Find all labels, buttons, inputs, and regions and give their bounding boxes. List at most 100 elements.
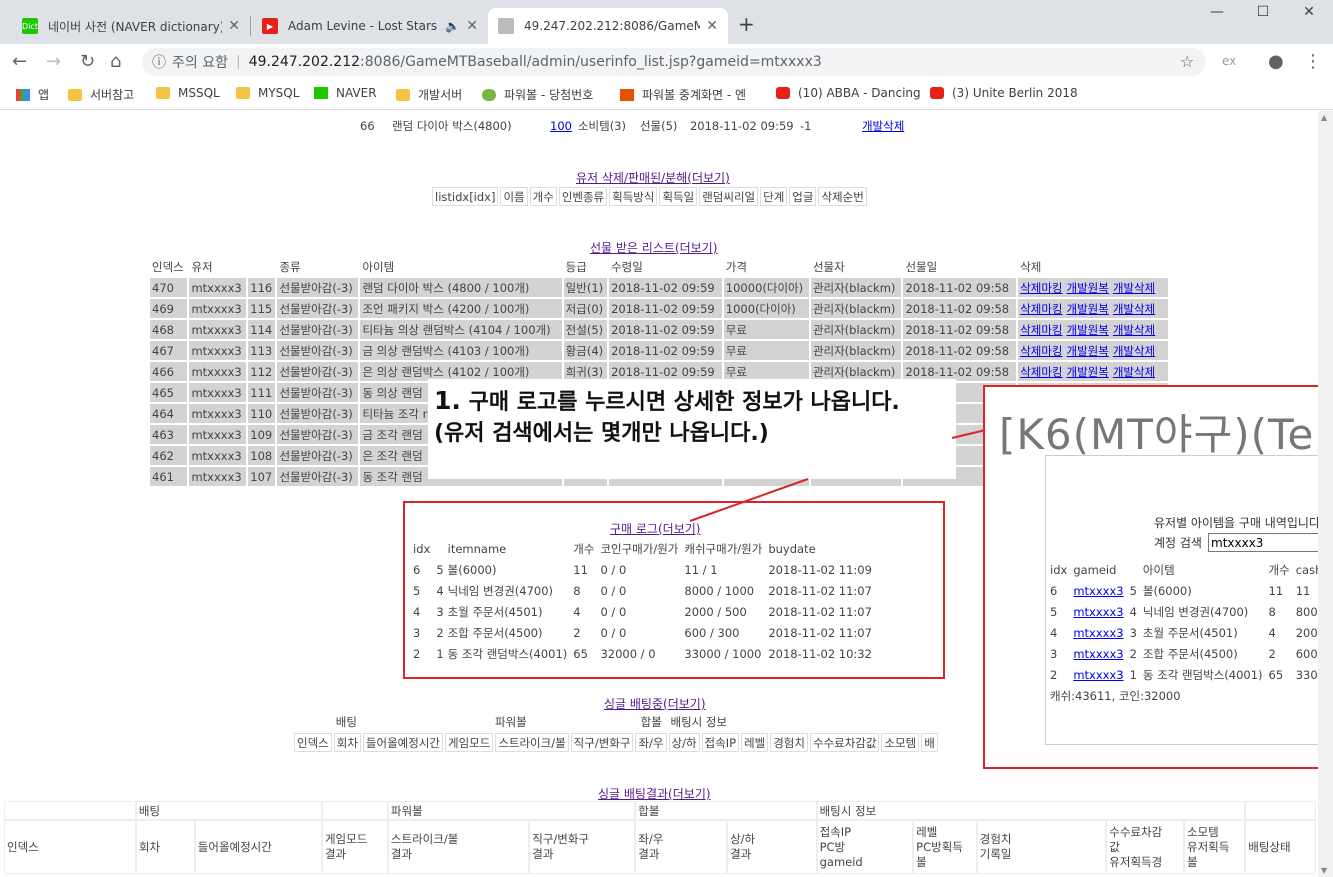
close-icon[interactable]: ✕ <box>228 18 240 34</box>
gameid-link[interactable]: mtxxxx3 <box>1073 605 1123 619</box>
info-icon[interactable]: ⓘ <box>152 52 166 72</box>
search-label: 계정 검색 <box>1154 536 1202 550</box>
security-status: 주의 요함 <box>172 55 228 71</box>
purchase-log-highlight: 구매 로그(더보기) idx itemname 개수 코인구매가/원가 캐쉬구매가/원가… <box>403 501 945 679</box>
cell: 33000 / 1000 <box>684 646 762 661</box>
bookmark-folder[interactable]: MYSQL <box>236 86 299 100</box>
cell: 4 <box>1268 625 1276 640</box>
single-bet-table: 배팅 파워볼 합볼 배팅시 정보 인덱스 회차 들어올예정시간 게임모드 스트라이크/볼… <box>292 710 940 754</box>
cell: 5 <box>1129 583 1137 598</box>
column-header: idx <box>1050 562 1068 577</box>
browser-chrome: Dict 네이버 사전 (NAVER dictionary) ✕ ▶ Adam … <box>0 0 1333 112</box>
cell: 32000 / 0 <box>600 646 656 661</box>
single-result-caption[interactable]: 싱글 배팅결과(더보기) <box>598 785 711 802</box>
extension-icon[interactable]: ex <box>1222 54 1236 68</box>
bookmark-folder[interactable]: MSSQL <box>156 86 220 100</box>
cell: 0 / 0 <box>600 604 627 619</box>
back-icon[interactable]: ← <box>12 51 27 72</box>
speaker-icon[interactable]: 🔈 <box>445 19 460 33</box>
group-header: 합볼 <box>635 801 817 820</box>
table-row: 5 mtxxxx3 4 닉네임 변경권(4700) 8 8000 <box>1048 602 1333 621</box>
bookmark-folder[interactable]: 서버참고 <box>68 86 134 103</box>
close-icon[interactable]: ✕ <box>466 18 478 34</box>
column-header: 개수 <box>573 541 595 556</box>
cell: 11 <box>573 562 588 577</box>
bookmark-folder[interactable]: 개발서버 <box>396 86 462 103</box>
account-search-input[interactable] <box>1208 533 1333 552</box>
bookmark-label: 앱 <box>38 88 50 102</box>
reload-icon[interactable]: ↻ <box>80 51 95 72</box>
folder-icon <box>68 88 82 101</box>
tab-label: 49.247.202.212:8086/GameMTBa <box>524 19 701 33</box>
column-header: 캐쉬구매가/원가 <box>684 541 763 556</box>
gameid-link[interactable]: mtxxxx3 <box>1073 668 1123 682</box>
tab-naver-dictionary[interactable]: Dict 네이버 사전 (NAVER dictionary) ✕ <box>12 8 250 44</box>
toolbar: ← → ↻ ⌂ ⓘ 주의 요함 | 49.247.202.212 :8086/G… <box>0 44 1333 80</box>
bookmark-star-icon[interactable]: ☆ <box>1180 52 1194 71</box>
column-header: 경험치 기록일 <box>976 820 1107 874</box>
group-header: 배팅시 정보 <box>670 714 728 729</box>
popup-desc: 유저별 아이템을 구매 내역입니다 <box>1154 516 1321 530</box>
column-header: itemname <box>447 541 507 556</box>
new-tab-icon[interactable]: + <box>738 12 755 36</box>
gameid-link[interactable]: mtxxxx3 <box>1073 626 1123 640</box>
cell: 2018-11-02 11:07 <box>768 604 872 619</box>
tab-label: 네이버 사전 (NAVER dictionary) <box>48 19 223 34</box>
popup-panel: 유저별 아이템을 구매 내역입니다 계정 검색 idxgameid아이템개수ca… <box>1045 455 1333 745</box>
cell: 2018-11-02 11:07 <box>768 625 872 640</box>
url-host: 49.247.202.212 <box>248 54 361 70</box>
gameid-link[interactable]: mtxxxx3 <box>1073 584 1123 598</box>
column-header: 상/하 <box>668 733 700 752</box>
cell: 6 <box>1050 583 1058 598</box>
home-icon[interactable]: ⌂ <box>110 51 121 72</box>
cell: 2018-11-02 11:07 <box>768 583 872 598</box>
apps-icon <box>16 88 30 101</box>
purchase-log-caption[interactable]: 구매 로그(더보기) <box>610 520 700 537</box>
table-row: 4 3 초월 주문서(4501) 4 0 / 0 2000 / 500 2018-11-02… <box>411 602 874 621</box>
address-bar[interactable]: ⓘ 주의 요함 | 49.247.202.212 :8086/GameMTBas… <box>142 48 1206 76</box>
column-header: 배팅상태 <box>1245 820 1316 874</box>
bookmark-label: 서버참고 <box>90 88 135 102</box>
window-close-icon[interactable]: ✕ <box>1286 4 1332 28</box>
close-icon[interactable]: ✕ <box>706 18 718 34</box>
cell: 4 <box>1129 604 1137 619</box>
cell: 600 / 300 <box>684 625 740 640</box>
minimize-icon[interactable]: — <box>1194 4 1240 28</box>
bookmark-powerball-live[interactable]: 파워볼 중계화면 - 엔 <box>620 86 746 103</box>
column-header: 수수료차감값 <box>809 733 880 752</box>
naver-icon <box>314 87 328 99</box>
cell: 2 <box>436 625 444 640</box>
cell: 2000 / 500 <box>684 604 747 619</box>
table-row: 6 5 볼(6000) 11 0 / 0 11 / 1 2018-11-02 11:09 <box>411 560 874 579</box>
forward-icon[interactable]: → <box>46 51 61 72</box>
bookmark-youtube[interactable]: (3) Unite Berlin 2018 <box>930 86 1078 100</box>
column-header: 게임모드 <box>444 733 494 752</box>
cell: 닉네임 변경권(4700) <box>1142 604 1249 619</box>
bookmark-label: MSSQL <box>178 86 220 100</box>
page-content: 66 랜덤 다이아 박스(4800) 100 소비템(3) 선물(5) 2018… <box>0 111 1333 877</box>
tab-active[interactable]: 49.247.202.212:8086/GameMTBa ✕ <box>488 8 728 44</box>
tab-youtube[interactable]: ▶ Adam Levine - Lost Stars ( 🔈 ✕ <box>252 8 488 44</box>
cell: 4 <box>1050 625 1058 640</box>
bookmark-youtube[interactable]: (10) ABBA - Dancing <box>776 86 921 100</box>
bookmark-naver[interactable]: NAVER <box>314 86 377 100</box>
bookmark-powerball[interactable]: 파워볼 - 당첨번호 <box>482 86 593 103</box>
bookmark-label: NAVER <box>336 86 377 100</box>
bookmark-apps[interactable]: 앱 <box>16 86 49 103</box>
profile-icon[interactable]: ● <box>1268 51 1284 72</box>
column-header: 상/하 결과 <box>727 820 817 874</box>
group-header: 합볼 <box>640 714 662 729</box>
table-row: 4 mtxxxx3 3 초월 주문서(4501) 4 2000 <box>1048 623 1333 642</box>
group-header: 파워볼 <box>387 801 636 820</box>
column-header: 소모템 <box>881 733 920 752</box>
column-header: 들어올예정시간 <box>194 820 322 874</box>
column-header: 회차 <box>333 733 361 752</box>
cell: 65 <box>1268 667 1284 682</box>
maximize-icon[interactable]: ☐ <box>1240 4 1286 28</box>
scrollbar[interactable]: ▲ ▼ <box>1318 111 1333 877</box>
cell: 5 <box>436 562 444 577</box>
bookmark-label: 개발서버 <box>418 88 463 102</box>
menu-icon[interactable]: ⋮ <box>1304 51 1322 72</box>
column-header: 회차 <box>135 820 195 874</box>
gameid-link[interactable]: mtxxxx3 <box>1073 647 1123 661</box>
